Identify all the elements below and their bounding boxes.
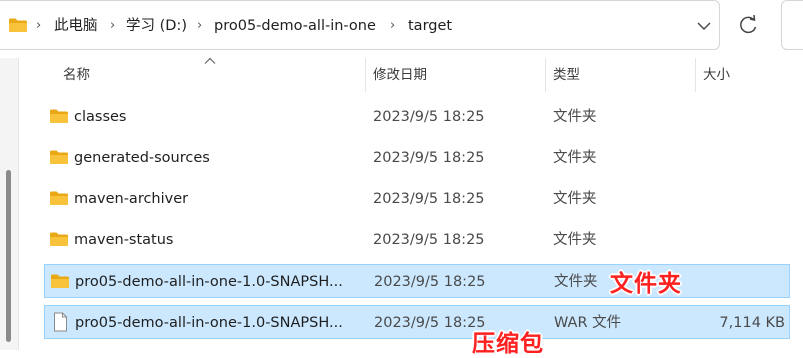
file-icon — [54, 312, 67, 332]
archive-annotation: 压缩包 — [472, 331, 544, 357]
pane-divider — [18, 58, 19, 350]
file-type: 文件夹 — [553, 109, 597, 125]
file-type: WAR 文件 — [554, 315, 622, 331]
folder-icon — [50, 109, 68, 123]
modified-date: 2023/9/5 18:25 — [373, 150, 485, 166]
file-name[interactable]: maven-status — [74, 223, 174, 257]
file-type: 文件夹 — [553, 232, 597, 248]
column-divider[interactable] — [365, 58, 366, 92]
file-name[interactable]: pro05-demo-all-in-one-1.0-SNAPSH... — [75, 265, 343, 299]
list-item-classes[interactable]: classes 2023/9/5 18:25 文件夹 — [44, 100, 790, 134]
modified-date: 2023/9/5 18:25 — [373, 232, 485, 248]
file-name[interactable]: pro05-demo-all-in-one-1.0-SNAPSH... — [75, 306, 343, 340]
chevron-down-icon[interactable] — [692, 13, 716, 39]
file-type: 文件夹 — [553, 150, 597, 166]
file-size: 7,114 KB — [719, 315, 785, 331]
folder-annotation: 文件夹 — [610, 271, 682, 297]
list-item-generated-sources[interactable]: generated-sources 2023/9/5 18:25 文件夹 — [44, 141, 790, 175]
search-box[interactable] — [781, 0, 803, 50]
breadcrumb-this-pc[interactable]: 此电脑 — [54, 15, 98, 37]
refresh-icon[interactable] — [734, 10, 762, 40]
column-header-type[interactable]: 类型 — [553, 58, 580, 92]
folder-icon — [50, 191, 68, 205]
file-name[interactable]: generated-sources — [74, 141, 210, 175]
modified-date: 2023/9/5 18:25 — [374, 315, 486, 331]
file-name[interactable]: classes — [74, 100, 126, 134]
breadcrumb-separator[interactable]: › — [36, 15, 41, 37]
breadcrumb-separator[interactable]: › — [390, 15, 395, 37]
breadcrumb-separator[interactable]: › — [110, 15, 115, 37]
breadcrumb-target-folder[interactable]: target — [408, 15, 452, 37]
list-item-maven-archiver[interactable]: maven-archiver 2023/9/5 18:25 文件夹 — [44, 182, 790, 216]
column-header-date[interactable]: 修改日期 — [373, 58, 427, 92]
column-header-size[interactable]: 大小 — [703, 58, 730, 92]
column-header-name[interactable]: 名称 — [63, 58, 90, 92]
address-bar[interactable]: › 此电脑 › 学习 (D:) › pro05-demo-all-in-one … — [0, 0, 720, 50]
folder-icon — [50, 232, 68, 246]
folder-icon — [50, 150, 68, 164]
list-item-snapshot-war[interactable]: pro05-demo-all-in-one-1.0-SNAPSH... 2023… — [44, 305, 790, 339]
list-item-maven-status[interactable]: maven-status 2023/9/5 18:25 文件夹 — [44, 223, 790, 257]
navigation-scrollbar[interactable] — [6, 170, 11, 342]
breadcrumb-project-folder[interactable]: pro05-demo-all-in-one — [214, 15, 376, 37]
folder-icon — [51, 274, 69, 288]
file-type: 文件夹 — [553, 191, 597, 207]
column-divider[interactable] — [545, 58, 546, 92]
file-type: 文件夹 — [554, 274, 598, 290]
address-bar-row: › 此电脑 › 学习 (D:) › pro05-demo-all-in-one … — [0, 0, 803, 52]
column-divider[interactable] — [695, 58, 696, 92]
folder-icon — [9, 18, 27, 32]
breadcrumb-separator[interactable]: › — [197, 15, 202, 37]
modified-date: 2023/9/5 18:25 — [374, 274, 486, 290]
file-name[interactable]: maven-archiver — [74, 182, 188, 216]
modified-date: 2023/9/5 18:25 — [373, 109, 485, 125]
modified-date: 2023/9/5 18:25 — [373, 191, 485, 207]
sort-up-arrow-icon — [204, 57, 216, 64]
breadcrumb-drive-d[interactable]: 学习 (D:) — [126, 15, 187, 37]
